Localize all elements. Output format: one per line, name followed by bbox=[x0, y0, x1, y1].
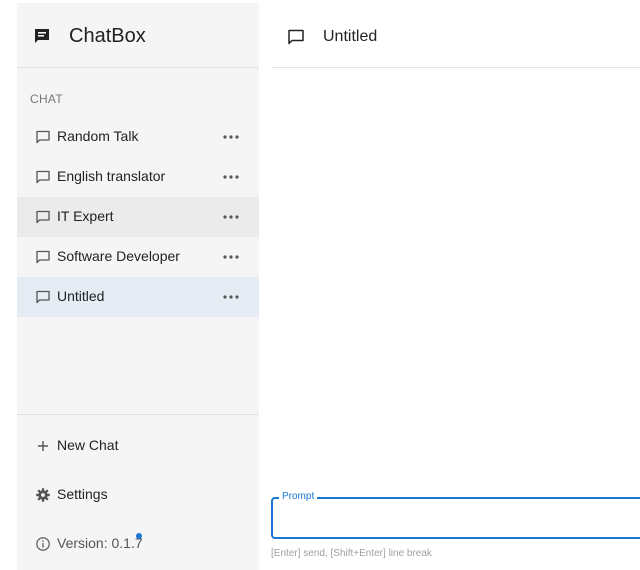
chat-item-label: IT Expert bbox=[57, 208, 114, 224]
info-icon bbox=[35, 536, 51, 552]
more-horiz-icon[interactable] bbox=[222, 169, 240, 185]
chat-bubble-filled-icon bbox=[33, 27, 51, 45]
prompt-input[interactable] bbox=[277, 505, 640, 533]
gear-icon bbox=[35, 487, 51, 503]
new-chat-label: New Chat bbox=[57, 437, 119, 453]
chat-bubble-outline-icon bbox=[35, 289, 51, 305]
sidebar: ChatBox CHAT Random Talk English transla… bbox=[17, 3, 259, 570]
sidebar-divider bbox=[17, 414, 259, 415]
chat-item-untitled[interactable]: Untitled bbox=[17, 277, 259, 317]
plus-icon bbox=[35, 438, 51, 454]
new-chat-button[interactable]: New Chat bbox=[17, 428, 259, 464]
more-horiz-icon[interactable] bbox=[222, 209, 240, 225]
chat-bubble-outline-icon bbox=[35, 169, 51, 185]
brand-header: ChatBox bbox=[17, 3, 259, 68]
more-horiz-icon[interactable] bbox=[222, 289, 240, 305]
chat-list: Random Talk English translator IT Expert bbox=[17, 117, 259, 317]
chat-item-random-talk[interactable]: Random Talk bbox=[17, 117, 259, 157]
chat-bubble-outline-icon bbox=[287, 28, 305, 46]
prompt-label: Prompt bbox=[279, 491, 318, 502]
prompt-field[interactable] bbox=[271, 497, 640, 539]
conversation-title: Untitled bbox=[323, 28, 378, 45]
chat-item-label: Software Developer bbox=[57, 248, 180, 264]
chat-item-label: Untitled bbox=[57, 288, 105, 304]
chat-bubble-outline-icon bbox=[35, 209, 51, 225]
chat-bubble-outline-icon bbox=[35, 249, 51, 265]
chat-item-it-expert[interactable]: IT Expert bbox=[17, 197, 259, 237]
chat-bubble-outline-icon bbox=[35, 129, 51, 145]
more-horiz-icon[interactable] bbox=[222, 249, 240, 265]
update-badge-dot bbox=[136, 533, 142, 539]
chat-item-label: Random Talk bbox=[57, 128, 139, 144]
settings-button[interactable]: Settings bbox=[17, 477, 259, 513]
app-root: ChatBox CHAT Random Talk English transla… bbox=[0, 0, 640, 570]
prompt-hint: [Enter] send, [Shift+Enter] line break bbox=[271, 548, 432, 559]
conversation-header: Untitled bbox=[271, 3, 640, 68]
version-label: Version: 0.1.7 bbox=[57, 535, 143, 551]
version-button[interactable]: Version: 0.1.7 bbox=[17, 526, 259, 562]
settings-label: Settings bbox=[57, 486, 108, 502]
chat-item-label: English translator bbox=[57, 168, 166, 184]
app-title: ChatBox bbox=[69, 25, 146, 47]
chat-item-english-translator[interactable]: English translator bbox=[17, 157, 259, 197]
more-horiz-icon[interactable] bbox=[222, 129, 240, 145]
chat-section-label: CHAT bbox=[30, 92, 63, 106]
chat-item-software-developer[interactable]: Software Developer bbox=[17, 237, 259, 277]
